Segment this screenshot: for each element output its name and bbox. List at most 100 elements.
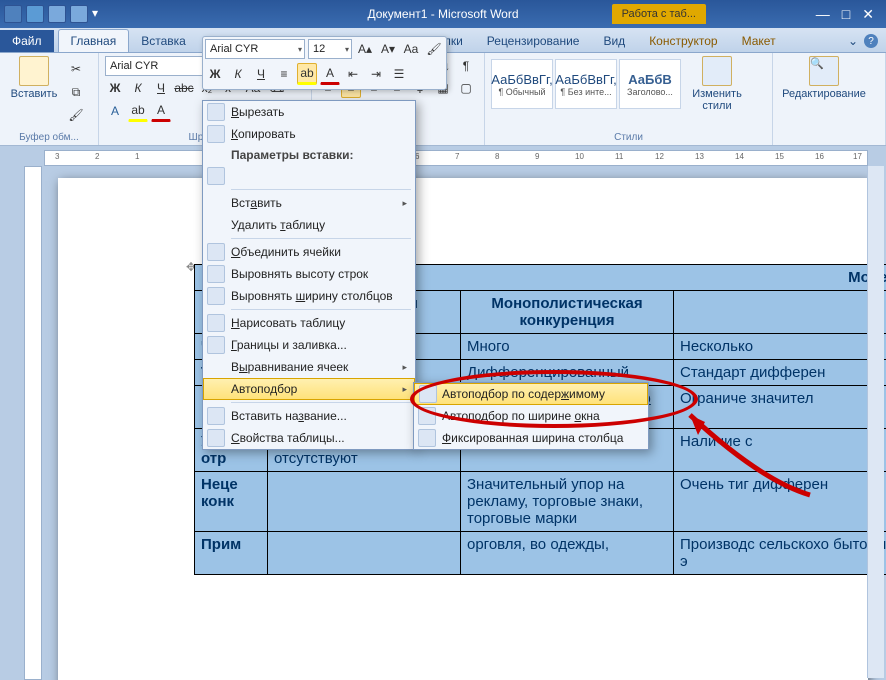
merge-icon [207, 243, 225, 261]
borders-icon[interactable]: ▢ [456, 78, 476, 98]
mini-size-combo[interactable]: 12 [308, 39, 352, 59]
table-row[interactable]: Приморговля, во одежды,Производс сельско… [195, 532, 886, 575]
table-tools-contextual-tab[interactable]: Работа с таб... [612, 4, 706, 24]
menu-paste-option[interactable] [203, 165, 415, 187]
tab-review[interactable]: Рецензирование [475, 30, 592, 52]
minimize-ribbon-icon[interactable]: ⌄ [848, 34, 858, 48]
borders-icon [207, 336, 225, 354]
vertical-scrollbar[interactable] [867, 166, 884, 678]
style-heading1[interactable]: АаБбВЗаголово... [619, 59, 681, 109]
mini-styles-icon[interactable]: Aa [401, 39, 421, 59]
tab-view[interactable]: Вид [591, 30, 637, 52]
mini-indent-dec-icon[interactable]: ⇤ [343, 64, 363, 84]
minimize-button[interactable]: — [816, 6, 830, 23]
qat-dropdown-icon[interactable]: ▾ [92, 6, 100, 22]
redo-icon[interactable] [70, 5, 88, 23]
styles-gallery[interactable]: АаБбВвГг,¶ Обычный АаБбВвГг,¶ Без инте..… [491, 59, 681, 109]
font-name-combo[interactable]: Arial CYR [105, 56, 215, 76]
paste-label: Вставить [11, 88, 58, 100]
submenu-fixed-width[interactable]: Фиксированная ширина столбца [414, 427, 648, 449]
tab-design[interactable]: Конструктор [637, 30, 729, 52]
table-header-col3[interactable]: Монополистическая конкуренция [461, 291, 674, 334]
ruler-area: 321 123 456 789 101112 131415 1617 [0, 146, 886, 166]
font-color-icon[interactable]: A [151, 100, 171, 122]
word-icon[interactable] [4, 5, 22, 23]
find-icon: 🔍 [809, 56, 839, 86]
draw-table-icon [207, 314, 225, 332]
mini-font-combo[interactable]: Arial CYR [205, 39, 305, 59]
paste-option-icon [207, 167, 225, 185]
editing-button[interactable]: 🔍 Редактирование [779, 56, 869, 100]
highlight-color-icon[interactable]: ab [128, 100, 148, 122]
menu-insert[interactable]: Вставить▸ [203, 192, 415, 214]
mini-shrink-icon[interactable]: A▾ [378, 39, 398, 59]
copy-icon[interactable]: ⧉ [66, 82, 86, 102]
table-header-col4[interactable] [674, 291, 886, 334]
menu-table-properties[interactable]: Свойства таблицы... [203, 427, 415, 449]
horizontal-ruler[interactable]: 321 123 456 789 101112 131415 1617 [44, 150, 868, 166]
style-no-spacing[interactable]: АаБбВвГг,¶ Без инте... [555, 59, 617, 109]
format-painter-icon[interactable]: 🖌 [66, 105, 86, 125]
mini-highlight-icon[interactable]: ab [297, 63, 317, 85]
mini-bullets-icon[interactable]: ☰ [389, 64, 409, 84]
tab-layout[interactable]: Макет [730, 30, 788, 52]
menu-merge-cells[interactable]: Объединить ячейки [203, 241, 415, 263]
editing-group: 🔍 Редактирование [773, 53, 886, 145]
mini-fontcolor-icon[interactable]: A [320, 63, 340, 85]
tab-insert[interactable]: Вставка [129, 30, 198, 52]
ribbon-help: ⌄ ? [840, 30, 886, 52]
help-icon[interactable]: ? [864, 34, 878, 48]
maximize-button[interactable]: □ [842, 6, 850, 23]
mini-underline[interactable]: Ч [251, 64, 271, 84]
window-title: Документ1 - Microsoft Word [367, 7, 518, 21]
change-styles-button[interactable]: Изменить стили [687, 56, 747, 112]
menu-borders-fill[interactable]: Границы и заливка... [203, 334, 415, 356]
menu-equal-col-width[interactable]: Выровнять ширину столбцов [203, 285, 415, 307]
styles-group: АаБбВвГг,¶ Обычный АаБбВвГг,¶ Без инте..… [485, 53, 773, 145]
style-normal[interactable]: АаБбВвГг,¶ Обычный [491, 59, 553, 109]
menu-delete-table[interactable]: Удалить таблицу [203, 214, 415, 236]
italic-button[interactable]: К [128, 78, 148, 98]
menu-draw-table[interactable]: Нарисовать таблицу [203, 312, 415, 334]
menu-separator [231, 402, 411, 403]
mini-align-icon[interactable]: ≡ [274, 64, 294, 84]
mini-painter-icon[interactable]: 🖌 [424, 39, 444, 59]
submenu-autofit-window[interactable]: Автоподбор по ширине окна [414, 405, 648, 427]
window-controls: — □ ✕ [816, 6, 882, 23]
menu-separator [231, 309, 411, 310]
clipboard-group: Вставить ✂ ⧉ 🖌 Буфер обм... [0, 53, 99, 145]
mini-bold[interactable]: Ж [205, 64, 225, 84]
menu-copy[interactable]: Копировать [203, 123, 415, 145]
menu-paste-options-header: Параметры вставки: [203, 145, 415, 165]
tab-file[interactable]: Файл [0, 30, 54, 52]
mini-toolbar: Arial CYR 12 A▴ A▾ Aa 🖌 Ж К Ч ≡ ab A ⇤ ⇥… [202, 36, 447, 90]
copy-icon [207, 125, 225, 143]
menu-cell-alignment[interactable]: Выравнивание ячеек▸ [203, 356, 415, 378]
paste-button[interactable]: Вставить [6, 56, 62, 125]
vertical-ruler[interactable] [24, 166, 42, 680]
tab-home[interactable]: Главная [58, 29, 130, 52]
save-icon[interactable] [26, 5, 44, 23]
underline-button[interactable]: Ч [151, 78, 171, 98]
strike-button[interactable]: abc [174, 78, 194, 98]
mini-italic[interactable]: К [228, 64, 248, 84]
menu-equal-row-height[interactable]: Выровнять высоту строк [203, 263, 415, 285]
menu-separator [231, 189, 411, 190]
submenu-autofit-contents[interactable]: Автоподбор по содержимому [414, 383, 648, 405]
bold-button[interactable]: Ж [105, 78, 125, 98]
table-row[interactable]: Неце конкЗначительный упор на рекламу, т… [195, 472, 886, 532]
text-effects-icon[interactable]: A [105, 101, 125, 121]
menu-insert-caption[interactable]: Вставить название... [203, 405, 415, 427]
menu-autofit[interactable]: Автоподбор▸ [203, 378, 415, 400]
show-marks-icon[interactable]: ¶ [456, 56, 476, 76]
paste-icon [19, 56, 49, 86]
change-styles-label: Изменить стили [687, 88, 747, 112]
undo-icon[interactable] [48, 5, 66, 23]
close-button[interactable]: ✕ [862, 6, 874, 23]
context-menu: Вырезать Копировать Параметры вставки: В… [202, 100, 416, 450]
quick-access-toolbar: ▾ [4, 5, 100, 23]
mini-grow-icon[interactable]: A▴ [355, 39, 375, 59]
menu-cut[interactable]: Вырезать [203, 101, 415, 123]
cut-icon[interactable]: ✂ [66, 59, 86, 79]
mini-indent-inc-icon[interactable]: ⇥ [366, 64, 386, 84]
